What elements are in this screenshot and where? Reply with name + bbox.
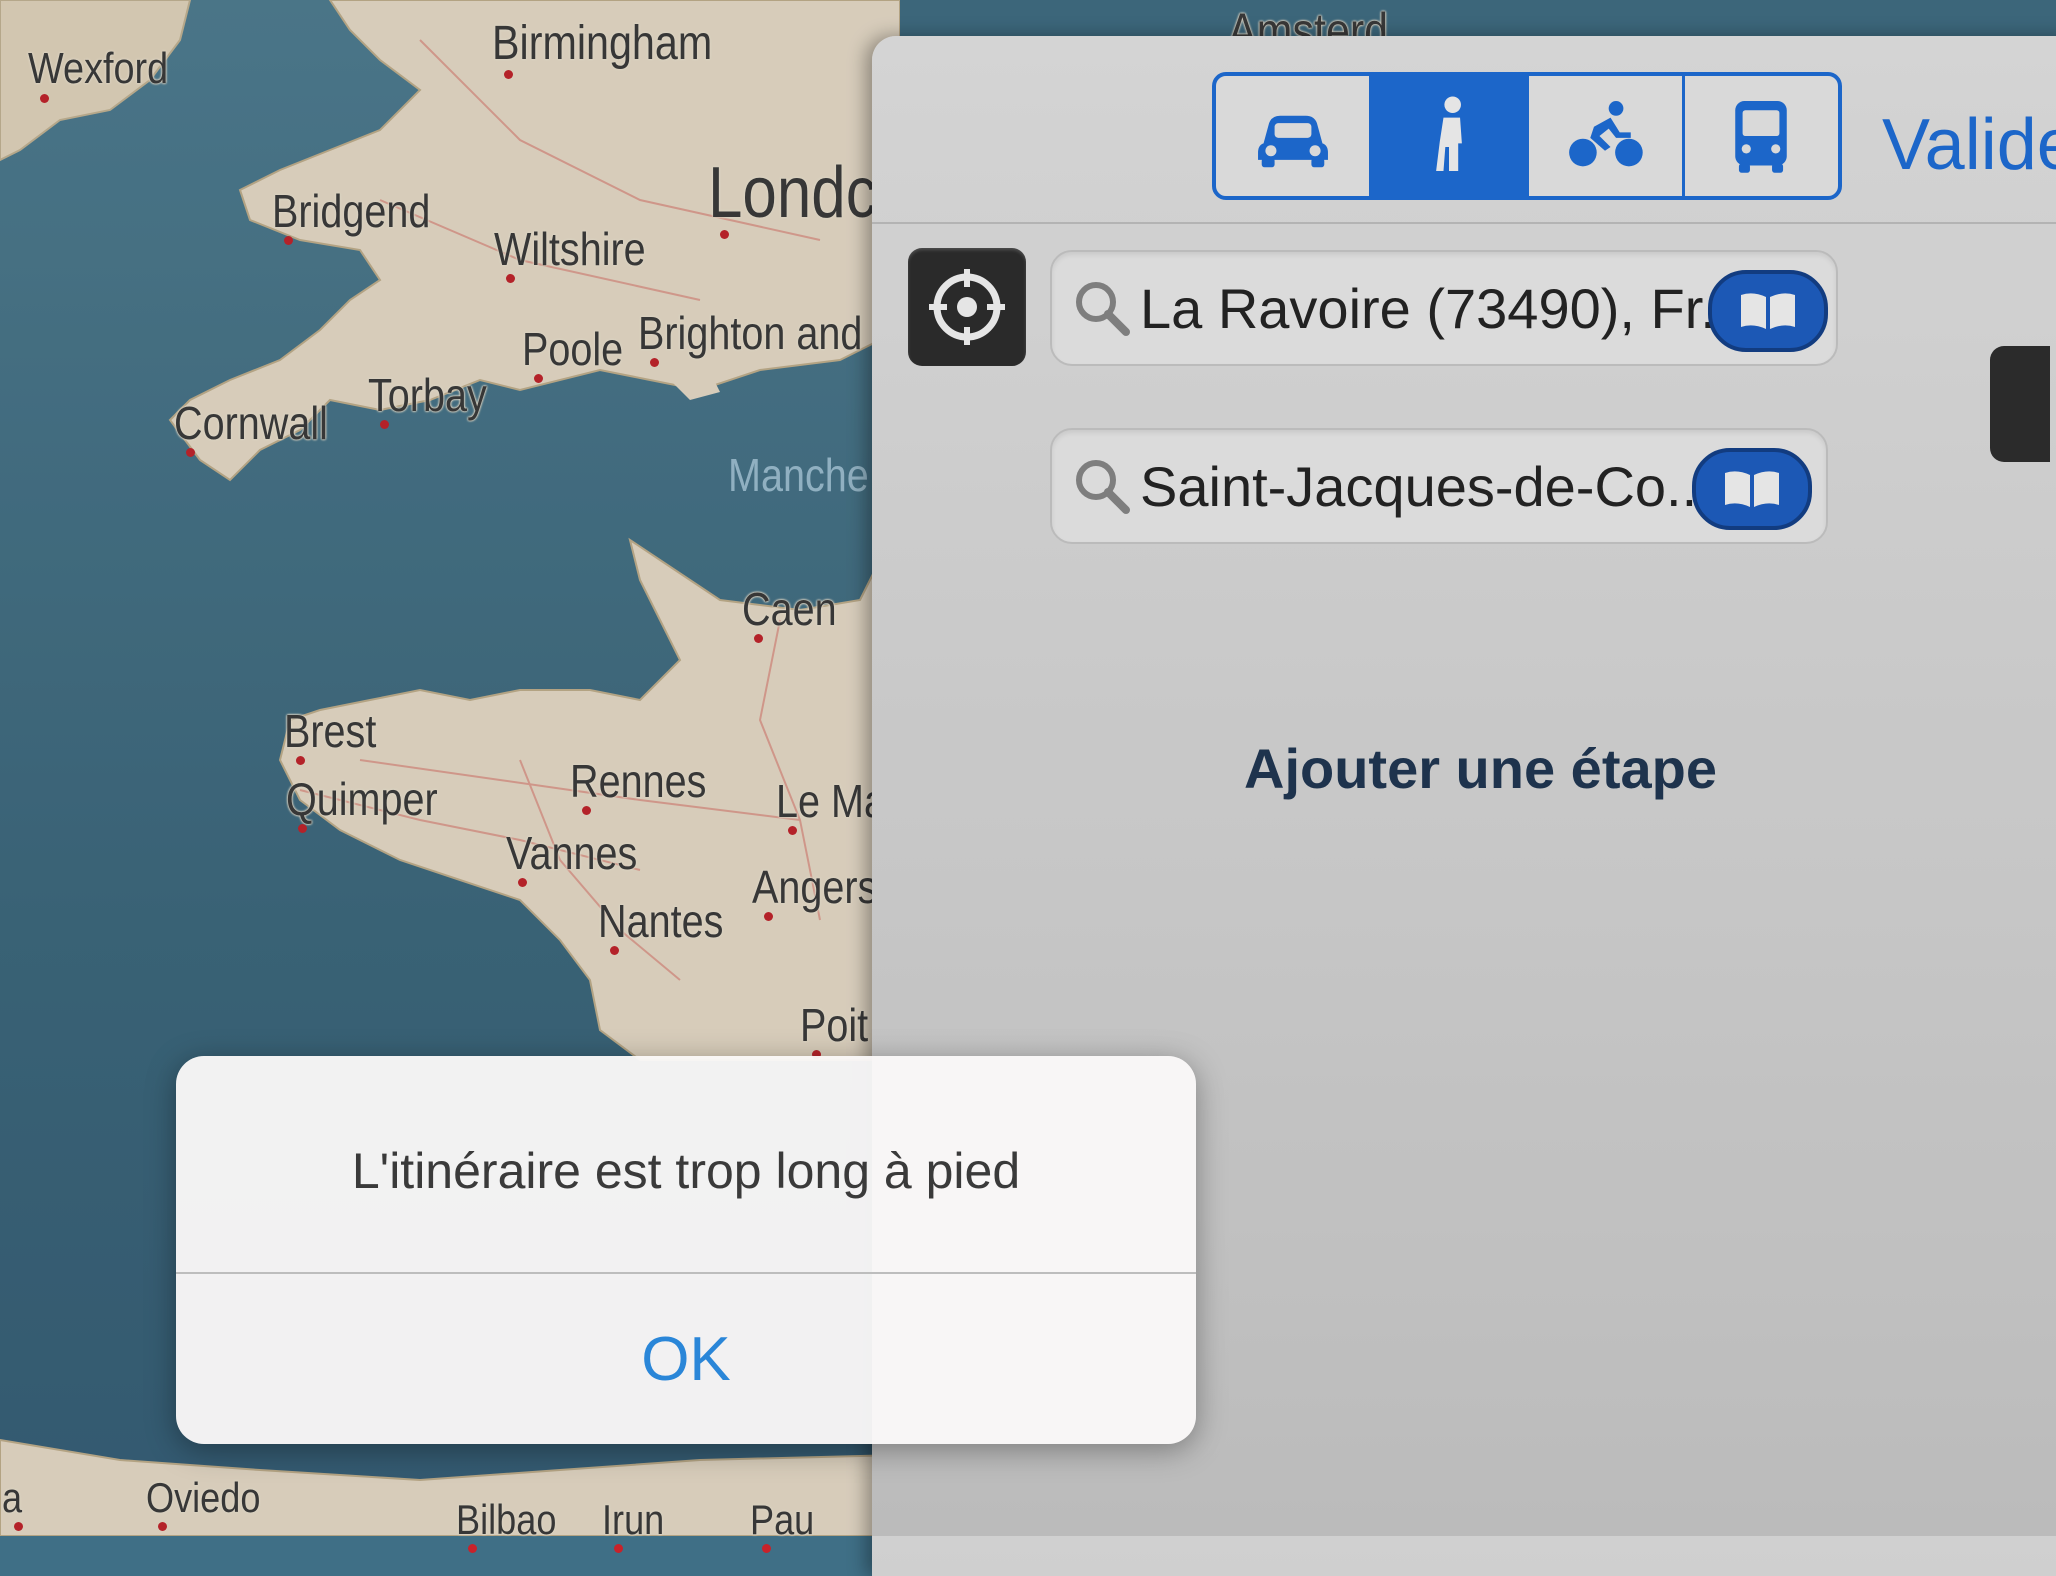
city-marker (762, 1544, 771, 1553)
alert-message: L'itinéraire est trop long à pied (351, 1143, 1021, 1199)
city-marker (614, 1544, 623, 1553)
city-marker (468, 1544, 477, 1553)
alert-dialog: L'itinéraire est trop long à pied OK (176, 1056, 1196, 1444)
alert-ok-button[interactable]: OK (176, 1274, 1196, 1444)
